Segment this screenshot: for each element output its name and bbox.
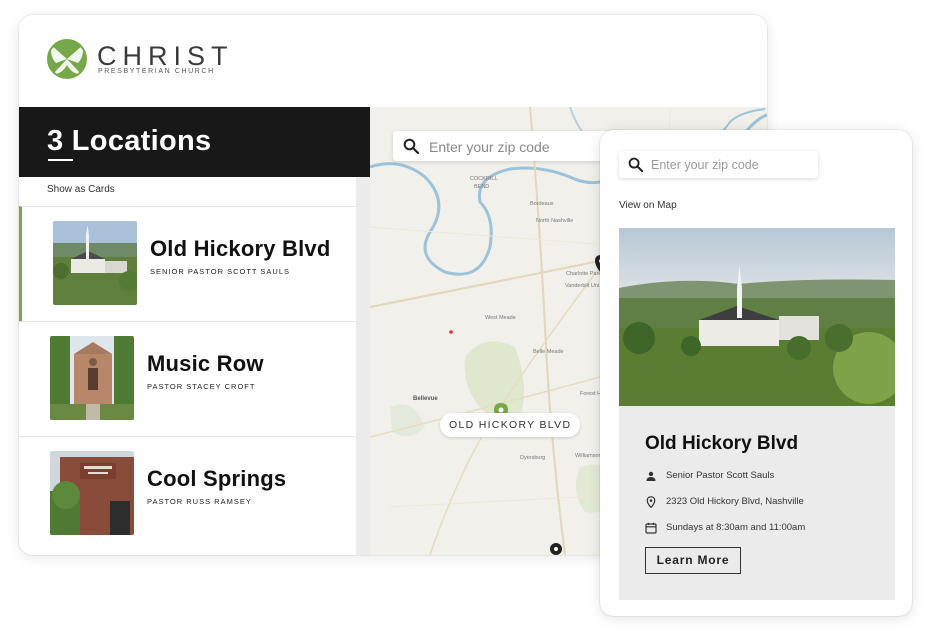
locations-count-title: 3 Locations xyxy=(47,125,212,157)
address-text[interactable]: 2323 Old Hickory Blvd, Nashville xyxy=(666,496,804,507)
search-icon xyxy=(628,157,643,172)
location-name: Cool Springs xyxy=(147,466,287,491)
schedule-text: Sundays at 8:30am and 11:00am xyxy=(666,522,806,533)
mobile-location-card: Enter your zip code View on Map Old Hick… xyxy=(600,130,912,616)
svg-text:Dyersburg: Dyersburg xyxy=(520,455,545,461)
location-item-cool-springs[interactable]: Cool Springs PASTOR RUSS RAMSEY xyxy=(19,436,356,551)
person-icon xyxy=(646,471,656,481)
location-pin-icon xyxy=(646,496,656,508)
mobile-zip-search-placeholder: Enter your zip code xyxy=(651,158,759,172)
svg-text:North Nashville: North Nashville xyxy=(536,218,573,224)
location-name: Old Hickory Blvd xyxy=(150,236,331,261)
svg-text:COCKRILL: COCKRILL xyxy=(470,176,498,182)
calendar-icon xyxy=(645,522,657,534)
svg-text:Vanderbilt Uni.: Vanderbilt Uni. xyxy=(565,283,601,289)
svg-text:Charlotte Park: Charlotte Park xyxy=(566,271,601,277)
svg-text:Bordeaux: Bordeaux xyxy=(530,201,554,207)
svg-text:West Meade: West Meade xyxy=(485,315,516,321)
location-thumbnail xyxy=(50,336,134,420)
show-as-cards-link[interactable]: Show as Cards xyxy=(47,184,115,195)
zip-search-input[interactable]: Enter your zip code xyxy=(393,131,623,161)
title-underline xyxy=(48,159,73,161)
svg-text:BEND: BEND xyxy=(474,184,489,190)
location-details-panel: Old Hickory Blvd Senior Pastor Scott Sau… xyxy=(619,406,895,600)
locations-count-header: 3 Locations xyxy=(19,107,370,177)
location-pastor: SENIOR PASTOR SCOTT SAULS xyxy=(150,267,291,276)
list-scrollbar[interactable] xyxy=(356,177,370,555)
location-name: Old Hickory Blvd xyxy=(645,433,799,454)
location-pastor: PASTOR STACEY CROFT xyxy=(147,382,256,391)
svg-text:Bellevue: Bellevue xyxy=(413,396,438,402)
location-item-music-row[interactable]: Music Row PASTOR STACEY CROFT xyxy=(19,321,356,436)
location-thumbnail xyxy=(53,221,137,305)
zip-search-placeholder: Enter your zip code xyxy=(429,139,550,155)
location-name: Music Row xyxy=(147,351,264,376)
cross-leaf-logo-icon[interactable] xyxy=(47,39,87,79)
svg-text:Belle Meade: Belle Meade xyxy=(533,349,564,355)
location-pastor: PASTOR RUSS RAMSEY xyxy=(147,497,252,506)
site-header: CHRIST PRESBYTERIAN CHURCH xyxy=(19,15,767,107)
map-pin-cool-springs[interactable] xyxy=(550,543,562,555)
location-item-old-hickory[interactable]: Old Hickory Blvd SENIOR PASTOR SCOTT SAU… xyxy=(19,206,356,321)
mobile-zip-search-input[interactable]: Enter your zip code xyxy=(619,151,818,178)
location-thumbnail xyxy=(50,451,134,535)
pastor-text: Senior Pastor Scott Sauls xyxy=(666,470,775,481)
brand-subtitle: PRESBYTERIAN CHURCH xyxy=(98,68,215,75)
locations-list: Show as Cards Old Hickory Blvd SENIOR PA… xyxy=(19,177,356,555)
search-icon xyxy=(403,138,419,154)
svg-text:Williamson: Williamson xyxy=(575,453,602,459)
learn-more-button[interactable]: Learn More xyxy=(645,547,741,574)
location-hero-photo xyxy=(619,228,895,406)
map-pin-label[interactable]: OLD HICKORY BLVD xyxy=(440,413,581,437)
view-on-map-link[interactable]: View on Map xyxy=(619,200,677,211)
